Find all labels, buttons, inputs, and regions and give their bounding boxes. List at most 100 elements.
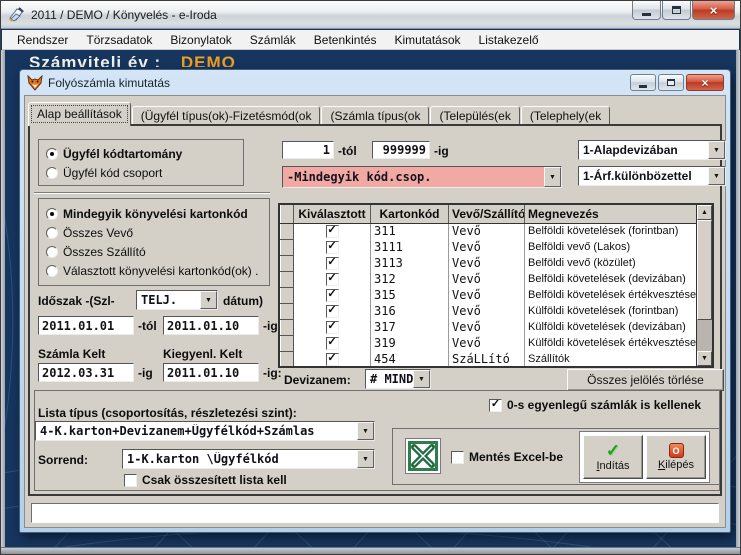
- table-row[interactable]: ✓316VevőKülföldi követelések (forintban): [281, 303, 699, 319]
- inditas-button[interactable]: ✓ Indítás: [583, 435, 643, 479]
- scroll-up-icon[interactable]: ▲: [697, 205, 712, 220]
- radio-icon: [46, 227, 58, 239]
- row-checkbox-cell[interactable]: ✓: [294, 303, 371, 319]
- menu-item-bizonylatok[interactable]: Bizonylatok: [161, 31, 240, 49]
- row-checkbox-cell[interactable]: ✓: [294, 239, 371, 255]
- radio-option-választott-könyvelési-kartonkód-ok[interactable]: Választott könyvelési kartonkód(ok) .: [39, 261, 269, 280]
- chevron-down-icon[interactable]: ▼: [200, 291, 217, 309]
- row-checkbox-cell[interactable]: ✓: [294, 367, 371, 368]
- checkbox-box[interactable]: ✓: [489, 399, 502, 412]
- row-checkbox-cell[interactable]: ✓: [294, 319, 371, 335]
- row-selector[interactable]: [281, 319, 294, 335]
- menu-item-törzsadatok[interactable]: Törzsadatok: [77, 31, 161, 49]
- checkbox-box[interactable]: ✓: [451, 451, 464, 464]
- row-checkbox[interactable]: ✓: [326, 257, 339, 270]
- checkbox-box[interactable]: ✓: [124, 474, 137, 487]
- chevron-down-icon[interactable]: ▼: [357, 450, 374, 468]
- table-row[interactable]: ✓312VevőBelföldi követelések (devizában): [281, 271, 699, 287]
- chevron-down-icon[interactable]: ▼: [708, 141, 725, 159]
- row-checkbox-cell[interactable]: ✓: [294, 271, 371, 287]
- zero-balance-checkbox[interactable]: ✓ 0-s egyenlegű számlák is kellenek: [489, 398, 701, 412]
- row-checkbox-cell[interactable]: ✓: [294, 351, 371, 367]
- row-checkbox[interactable]: ✓: [326, 321, 339, 334]
- maximize-button[interactable]: [662, 1, 691, 20]
- row-checkbox-cell[interactable]: ✓: [294, 335, 371, 351]
- kilepes-button[interactable]: O Kilépés: [646, 435, 706, 479]
- code-from-input[interactable]: [282, 141, 334, 159]
- dialog-close-button[interactable]: ×: [686, 74, 724, 91]
- row-checkbox[interactable]: ✓: [326, 273, 339, 286]
- menu-item-rendszer[interactable]: Rendszer: [8, 31, 77, 49]
- save-excel-checkbox[interactable]: ✓ Mentés Excel-be: [451, 450, 563, 464]
- row-checkbox-cell[interactable]: ✓: [294, 287, 371, 303]
- sorrend-combobox[interactable]: 1-K.karton \Ügyfélkód ▼: [122, 449, 375, 469]
- megnevezes-cell: Belföldi vevő (közület): [525, 255, 699, 271]
- date-type-combobox[interactable]: TELJ. ▼: [136, 290, 218, 310]
- menu-item-betenkintés[interactable]: Betenkintés: [305, 31, 386, 49]
- table-row[interactable]: ✓319VevőKülföldi követelések értékveszté…: [281, 335, 699, 351]
- minimize-button[interactable]: [632, 1, 661, 20]
- radio-option-összes-vevő[interactable]: Összes Vevő: [39, 223, 269, 242]
- code-group-combobox[interactable]: -Mindegyik kód.csop. ▼: [282, 166, 562, 188]
- period-from-input[interactable]: [38, 316, 134, 335]
- table-scrollbar[interactable]: ▲ ▼: [696, 205, 712, 366]
- row-checkbox-cell[interactable]: ✓: [294, 255, 371, 271]
- menu-item-számlák[interactable]: Számlák: [241, 31, 305, 49]
- row-checkbox[interactable]: ✓: [326, 337, 339, 350]
- table-row[interactable]: ✓454SzáLLítóSzállítók: [281, 351, 699, 367]
- tab-alap-beállítások[interactable]: Alap beállítások: [28, 102, 131, 126]
- row-selector[interactable]: [281, 287, 294, 303]
- dialog-restore-button[interactable]: [658, 74, 684, 91]
- exchange-diff-combobox[interactable]: 1-Árf.különbözettel ▼: [578, 166, 726, 186]
- table-row[interactable]: ✓315VevőBelföldi követelések értékveszté…: [281, 287, 699, 303]
- lista-tipus-combobox[interactable]: 4-K.karton+Devizanem+Ügyfélkód+Számlas ▼: [35, 421, 375, 441]
- row-selector[interactable]: [281, 239, 294, 255]
- menu-item-listakezelő[interactable]: Listakezelő: [470, 31, 548, 49]
- row-checkbox[interactable]: ✓: [326, 241, 339, 254]
- chevron-down-icon[interactable]: ▼: [413, 370, 430, 388]
- menu-item-kimutatások[interactable]: Kimutatások: [386, 31, 470, 49]
- code-to-input[interactable]: [372, 141, 430, 159]
- tab-település-ek[interactable]: (Település(ek: [430, 106, 519, 126]
- table-row[interactable]: ✓317VevőKülföldi követelések (devizában): [281, 319, 699, 335]
- row-checkbox[interactable]: ✓: [326, 305, 339, 318]
- row-selector[interactable]: [281, 303, 294, 319]
- kiegyenl-kelt-input[interactable]: [163, 363, 259, 382]
- table-row[interactable]: ✓455SzáLLítóBelföldi szállítók (devizába…: [281, 367, 699, 368]
- tab-ügyfél-típus-ok-fizetésmód-ok[interactable]: (Ügyfél típus(ok)-Fizetésmód(ok: [132, 106, 321, 126]
- radio-option-mindegyik-könyvelési-kartonkód[interactable]: Mindegyik könyvelési kartonkód: [39, 204, 269, 223]
- row-checkbox[interactable]: ✓: [326, 225, 339, 238]
- currency-mode-combobox[interactable]: 1-Alapdevizában ▼: [578, 140, 726, 160]
- tab-számla-típus-ok[interactable]: (Számla típus(ok: [321, 106, 429, 126]
- chevron-down-icon[interactable]: ▼: [544, 167, 561, 187]
- szamla-kelt-input[interactable]: [38, 363, 134, 382]
- row-selector[interactable]: [281, 271, 294, 287]
- row-selector[interactable]: [281, 367, 294, 368]
- row-checkbox-cell[interactable]: ✓: [294, 223, 371, 239]
- main-titlebar: 2011 / DEMO / Könyvelés - e-Iroda ×: [1, 1, 740, 29]
- tab-page-alap-beallitasok: Ügyfél kódtartományÜgyfél kód csoport Mi…: [28, 124, 722, 496]
- row-selector[interactable]: [281, 351, 294, 367]
- row-selector[interactable]: [281, 223, 294, 239]
- table-row[interactable]: ✓3113VevőBelföldi vevő (közület): [281, 255, 699, 271]
- clear-selection-button[interactable]: Összes jelölés törlése: [567, 369, 724, 391]
- scrollbar-thumb[interactable]: [697, 220, 712, 320]
- row-selector[interactable]: [281, 335, 294, 351]
- row-checkbox[interactable]: ✓: [326, 289, 339, 302]
- radio-option-ügyfél-kód-csoport[interactable]: Ügyfél kód csoport: [39, 163, 243, 182]
- table-row[interactable]: ✓311VevőBelföldi követelések (forintban): [281, 223, 699, 239]
- chevron-down-icon[interactable]: ▼: [357, 422, 374, 440]
- radio-option-ügyfél-kódtartomány[interactable]: Ügyfél kódtartomány: [39, 144, 243, 163]
- period-to-input[interactable]: [163, 316, 259, 335]
- dialog-minimize-button[interactable]: [630, 74, 656, 91]
- summary-only-checkbox[interactable]: ✓ Csak összesített lista kell: [124, 473, 287, 487]
- devizanem-combobox[interactable]: # MIND ▼: [365, 369, 431, 389]
- table-row[interactable]: ✓3111VevőBelföldi vevő (Lakos): [281, 239, 699, 255]
- row-selector[interactable]: [281, 255, 294, 271]
- row-checkbox[interactable]: ✓: [326, 353, 339, 366]
- close-button[interactable]: ×: [692, 1, 735, 20]
- scroll-down-icon[interactable]: ▼: [697, 351, 712, 366]
- tab-telephely-ek[interactable]: (Telephely(ek: [521, 106, 610, 126]
- radio-option-összes-szállító[interactable]: Összes Szállító: [39, 242, 269, 261]
- chevron-down-icon[interactable]: ▼: [708, 167, 725, 185]
